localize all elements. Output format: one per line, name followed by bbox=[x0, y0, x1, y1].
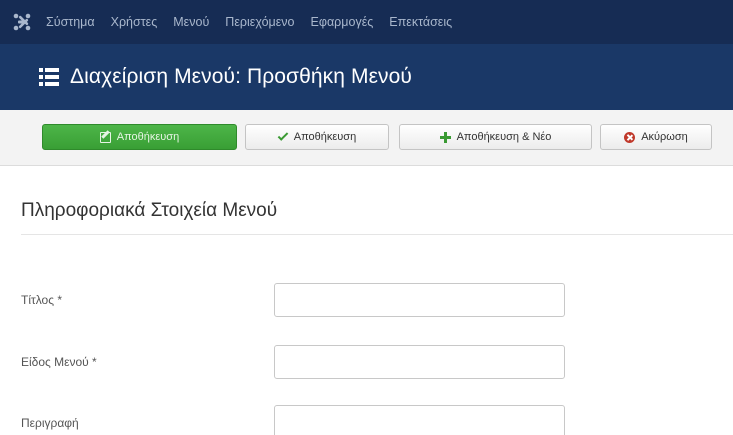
save-close-label: Αποθήκευση bbox=[293, 131, 357, 143]
top-menu: Σύστημα Χρήστες Μενού Περιεχόμενο Εφαρμο… bbox=[44, 0, 468, 44]
description-label: Περιγραφή bbox=[21, 416, 79, 430]
plus-icon bbox=[439, 131, 451, 143]
menu-content[interactable]: Περιεχόμενο bbox=[225, 15, 304, 29]
menu-extensions[interactable]: Επεκτάσεις bbox=[389, 15, 462, 29]
cancel-label: Ακύρωση bbox=[641, 131, 688, 143]
menu-menus[interactable]: Μενού bbox=[173, 15, 219, 29]
list-icon bbox=[39, 68, 59, 86]
save-button[interactable]: Αποθήκευση bbox=[42, 124, 237, 150]
description-input[interactable] bbox=[274, 405, 565, 435]
save-new-label: Αποθήκευση & Νέο bbox=[456, 131, 552, 143]
section-title: Πληροφοριακά Στοιχεία Μενού bbox=[21, 200, 278, 221]
page-header: Διαχείριση Μενού: Προσθήκη Μενού bbox=[0, 44, 733, 110]
save-close-button[interactable]: Αποθήκευση bbox=[245, 124, 389, 150]
page-title: Διαχείριση Μενού: Προσθήκη Μενού bbox=[70, 65, 412, 88]
edit-icon bbox=[99, 131, 111, 143]
page: Σύστημα Χρήστες Μενού Περιεχόμενο Εφαρμο… bbox=[0, 0, 733, 435]
check-icon bbox=[277, 130, 289, 141]
menu-users[interactable]: Χρήστες bbox=[111, 15, 168, 29]
title-label: Τίτλος * bbox=[21, 293, 63, 307]
joomla-logo-icon[interactable] bbox=[0, 0, 44, 44]
menu-type-input[interactable] bbox=[274, 345, 565, 379]
menu-type-label: Είδος Μενού * bbox=[21, 355, 97, 369]
menu-system[interactable]: Σύστημα bbox=[46, 15, 105, 29]
title-input[interactable] bbox=[274, 283, 565, 317]
cancel-icon bbox=[624, 131, 636, 143]
toolbar: Αποθήκευση Αποθήκευση Αποθήκευση & Νέο Α… bbox=[0, 110, 733, 166]
divider bbox=[21, 234, 733, 235]
cancel-button[interactable]: Ακύρωση bbox=[600, 124, 712, 150]
top-navbar: Σύστημα Χρήστες Μενού Περιεχόμενο Εφαρμο… bbox=[0, 0, 733, 44]
save-button-label: Αποθήκευση bbox=[116, 131, 180, 143]
save-new-button[interactable]: Αποθήκευση & Νέο bbox=[399, 124, 592, 150]
menu-components[interactable]: Εφαρμογές bbox=[311, 15, 384, 29]
